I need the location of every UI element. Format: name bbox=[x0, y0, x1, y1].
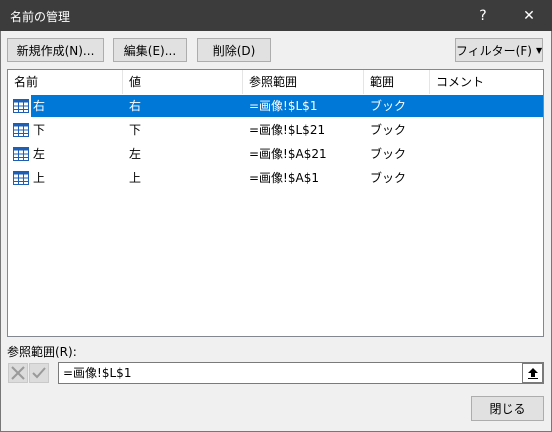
list-item[interactable]: 右 右 =画像!$L$1 ブック bbox=[8, 94, 543, 118]
row-refers-to: =画像!$L$1 bbox=[249, 99, 318, 113]
table-icon bbox=[13, 171, 29, 185]
help-button[interactable]: ? bbox=[460, 0, 506, 31]
new-button[interactable]: 新規作成(N)... bbox=[7, 38, 104, 62]
row-refers-to: =画像!$A$1 bbox=[249, 171, 319, 185]
refers-to-label: 参照範囲(R): bbox=[7, 345, 77, 359]
x-icon bbox=[11, 366, 25, 380]
row-refers-to: =画像!$A$21 bbox=[249, 147, 327, 161]
collapse-dialog-button[interactable] bbox=[522, 363, 543, 383]
close-window-button[interactable]: ✕ bbox=[506, 0, 552, 31]
row-name: 右 bbox=[33, 99, 46, 113]
refers-to-input[interactable]: =画像!$L$1 bbox=[58, 362, 544, 384]
row-value: 右 bbox=[129, 99, 142, 113]
delete-button-label: 削除(D) bbox=[212, 43, 256, 58]
filter-button[interactable]: フィルター(F) ▼ bbox=[455, 38, 543, 62]
row-name: 下 bbox=[33, 123, 46, 137]
title-bar: 名前の管理 ? ✕ bbox=[0, 0, 552, 31]
close-button-label: 閉じる bbox=[489, 402, 526, 416]
row-value: 下 bbox=[129, 123, 142, 137]
edit-button[interactable]: 編集(E)... bbox=[113, 38, 187, 62]
names-list[interactable]: 名前 値 参照範囲 範囲 コメント 右 右 =画像!$L$1 ブック 下 下 =… bbox=[7, 69, 544, 337]
window-title: 名前の管理 bbox=[10, 10, 71, 24]
row-name: 上 bbox=[33, 171, 46, 185]
column-header-refers-to[interactable]: 参照範囲 bbox=[243, 70, 364, 94]
row-value: 上 bbox=[129, 171, 142, 185]
table-icon bbox=[13, 147, 29, 161]
row-refers-to: =画像!$L$21 bbox=[249, 123, 326, 137]
list-item[interactable]: 下 下 =画像!$L$21 ブック bbox=[8, 118, 543, 142]
list-item[interactable]: 左 左 =画像!$A$21 ブック bbox=[8, 142, 543, 166]
help-icon: ? bbox=[479, 7, 487, 24]
chevron-down-icon: ▼ bbox=[535, 45, 543, 55]
arrow-up-icon bbox=[527, 368, 538, 379]
table-icon bbox=[13, 123, 29, 137]
column-header-comment[interactable]: コメント bbox=[430, 70, 543, 94]
list-header: 名前 値 参照範囲 範囲 コメント bbox=[8, 70, 543, 94]
edit-button-label: 編集(E)... bbox=[123, 43, 177, 58]
row-scope: ブック bbox=[370, 147, 407, 161]
new-button-label: 新規作成(N)... bbox=[16, 43, 95, 58]
row-value: 左 bbox=[129, 147, 142, 161]
check-icon bbox=[32, 367, 46, 379]
column-header-scope[interactable]: 範囲 bbox=[364, 70, 430, 94]
delete-button[interactable]: 削除(D) bbox=[197, 38, 271, 62]
close-button[interactable]: 閉じる bbox=[471, 396, 544, 421]
filter-button-label: フィルター(F) bbox=[455, 43, 532, 58]
row-scope: ブック bbox=[370, 99, 407, 113]
list-item[interactable]: 上 上 =画像!$A$1 ブック bbox=[8, 166, 543, 190]
table-icon bbox=[13, 99, 29, 113]
column-header-value[interactable]: 値 bbox=[123, 70, 243, 94]
close-icon: ✕ bbox=[523, 7, 535, 24]
confirm-edit-button[interactable] bbox=[29, 363, 49, 383]
column-header-name[interactable]: 名前 bbox=[8, 70, 123, 94]
cancel-edit-button[interactable] bbox=[8, 363, 28, 383]
row-scope: ブック bbox=[370, 171, 407, 185]
row-name: 左 bbox=[33, 147, 46, 161]
row-scope: ブック bbox=[370, 123, 407, 137]
